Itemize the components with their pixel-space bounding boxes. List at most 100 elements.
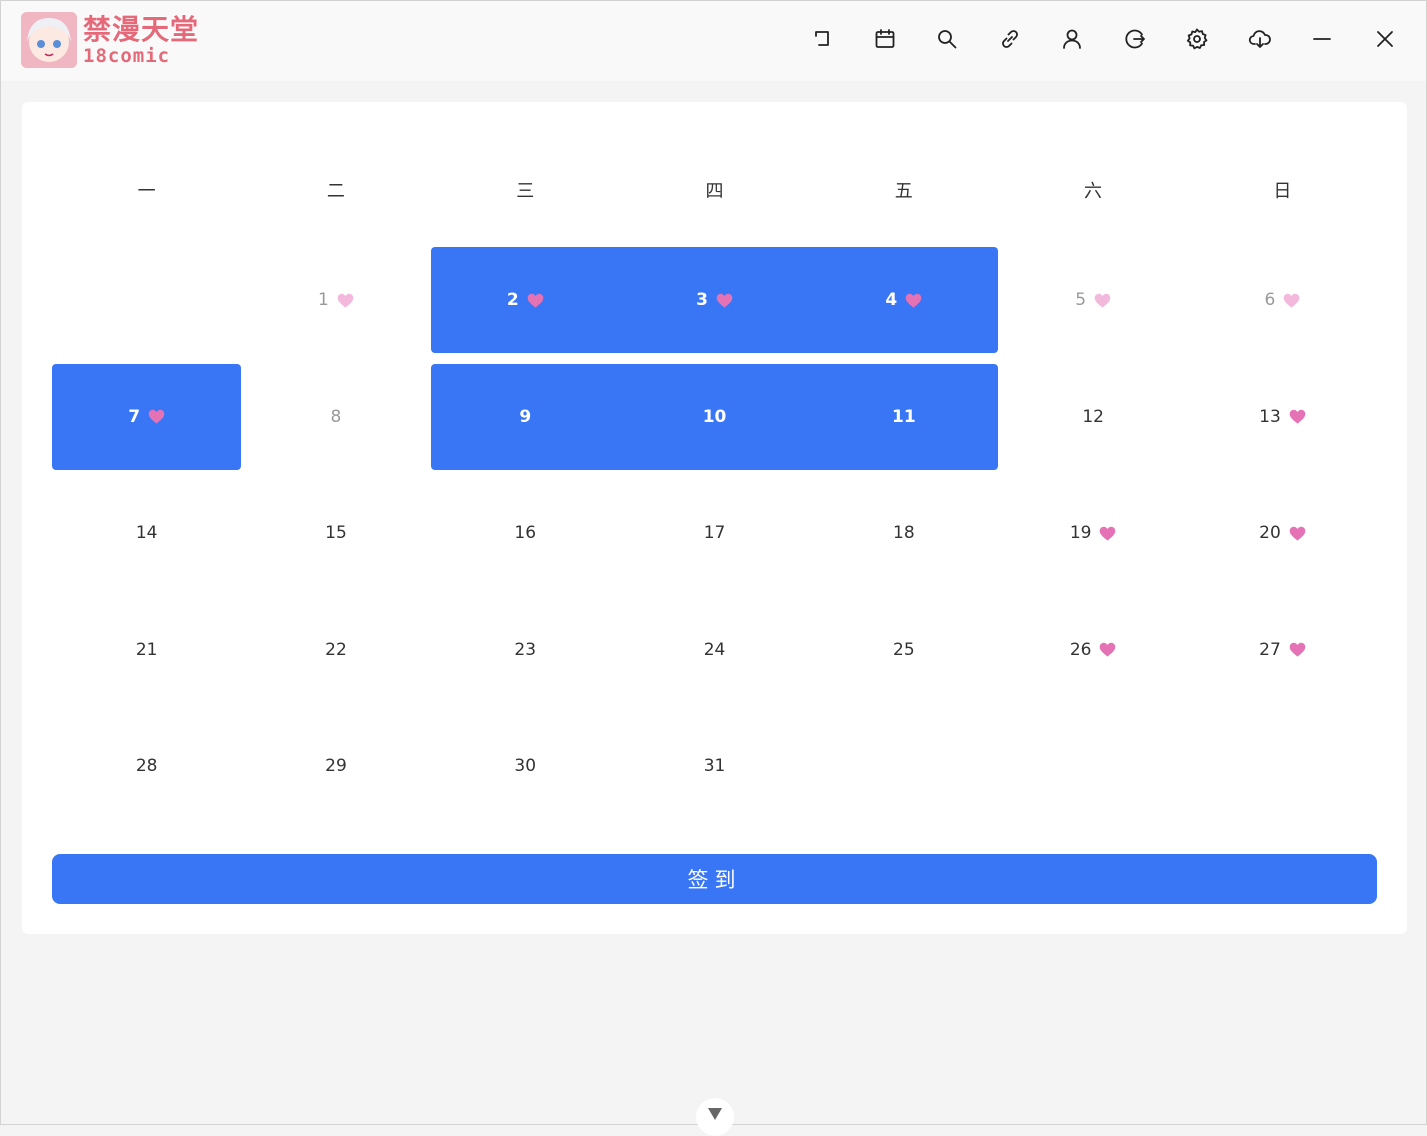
user-button[interactable] bbox=[1041, 19, 1104, 63]
heart-icon bbox=[905, 293, 922, 308]
day-number: 5 bbox=[1075, 290, 1087, 310]
minimize-button[interactable] bbox=[1291, 19, 1354, 63]
calendar-day-cell[interactable]: 21 bbox=[52, 597, 241, 703]
app-logo: 禁漫天堂 18comic bbox=[21, 12, 211, 70]
calendar-day-cell[interactable]: 31 bbox=[620, 713, 809, 819]
calendar-day-cell[interactable]: 23 bbox=[431, 597, 620, 703]
brand-subtitle: 18comic bbox=[83, 45, 171, 67]
weekday-label: 六 bbox=[1084, 181, 1103, 202]
close-button[interactable] bbox=[1354, 19, 1417, 63]
back-button[interactable] bbox=[791, 19, 854, 63]
calendar-day-cell[interactable]: 5 bbox=[999, 247, 1188, 353]
heart-icon bbox=[1094, 293, 1111, 308]
day-number: 28 bbox=[135, 756, 158, 776]
day-number: 19 bbox=[1069, 523, 1092, 543]
weekday-label: 三 bbox=[516, 181, 535, 202]
day-number: 11 bbox=[892, 406, 916, 427]
minimize-icon bbox=[1310, 27, 1334, 55]
calendar-week-row: 14 15 16 17 18 19 20 bbox=[52, 480, 1377, 597]
calendar-day-cell[interactable]: 18 bbox=[809, 480, 998, 586]
gear-icon bbox=[1185, 27, 1209, 55]
calendar-day-cell[interactable]: 14 bbox=[52, 480, 241, 586]
day-number: 25 bbox=[893, 639, 915, 660]
calendar-week-row: 7 8 9 10 11 12 13 bbox=[52, 363, 1377, 481]
weekday-label: 日 bbox=[1273, 181, 1292, 202]
app-window: 禁漫天堂 18comic 一 二 三 四 五 六 日 1 2 3 4 5 6 7… bbox=[0, 0, 1427, 1136]
weekday-label: 四 bbox=[705, 181, 724, 202]
day-number: 7 bbox=[128, 406, 141, 427]
settings-button[interactable] bbox=[1166, 19, 1229, 63]
calendar-day-cell[interactable]: 8 bbox=[241, 364, 430, 470]
calendar-day-cell[interactable]: 30 bbox=[431, 713, 620, 819]
heart-icon bbox=[1099, 526, 1116, 541]
day-number: 30 bbox=[514, 756, 537, 776]
download-button[interactable] bbox=[1229, 19, 1292, 63]
calendar-week-row: 21 22 23 24 25 26 27 bbox=[52, 597, 1377, 714]
weekday-header: 一 二 三 四 五 六 日 bbox=[52, 172, 1377, 212]
day-number: 21 bbox=[135, 639, 158, 660]
calendar-day-cell[interactable]: 7 bbox=[52, 364, 241, 470]
chevron-down-icon bbox=[707, 1106, 723, 1136]
calendar-day-cell[interactable]: 29 bbox=[241, 713, 430, 819]
day-number: 20 bbox=[1259, 523, 1281, 543]
day-number: 13 bbox=[1259, 406, 1281, 427]
calendar-day-cell[interactable]: 26 bbox=[999, 597, 1188, 703]
day-number: 4 bbox=[885, 290, 898, 310]
calendar-day-cell[interactable]: 12 bbox=[999, 364, 1188, 470]
calendar-day-cell[interactable]: 17 bbox=[620, 480, 809, 586]
heart-icon bbox=[527, 293, 544, 308]
calendar-day-cell[interactable]: 11 bbox=[809, 364, 998, 470]
calendar-day-cell[interactable]: 20 bbox=[1188, 480, 1377, 586]
heart-icon bbox=[148, 409, 165, 424]
heart-icon bbox=[1289, 409, 1306, 424]
calendar-day-cell[interactable]: 16 bbox=[431, 480, 620, 586]
heart-icon bbox=[1289, 642, 1306, 657]
day-number: 10 bbox=[702, 406, 727, 427]
day-number: 29 bbox=[325, 756, 347, 776]
day-number: 31 bbox=[703, 756, 726, 776]
day-number: 24 bbox=[703, 639, 726, 660]
day-number: 15 bbox=[325, 523, 347, 543]
calendar-day-cell[interactable]: 13 bbox=[1188, 364, 1377, 470]
day-number: 18 bbox=[893, 523, 915, 543]
calendar-day-cell[interactable]: 24 bbox=[620, 597, 809, 703]
calendar-day-cell[interactable]: 15 bbox=[241, 480, 430, 586]
logout-button[interactable] bbox=[1104, 19, 1167, 63]
weekday-label: 二 bbox=[326, 181, 345, 202]
day-number: 1 bbox=[318, 290, 329, 310]
sign-in-button[interactable]: 签到 bbox=[52, 854, 1377, 904]
day-number: 8 bbox=[330, 406, 342, 427]
heart-icon bbox=[1283, 293, 1300, 308]
day-number: 23 bbox=[514, 639, 537, 660]
calendar-day-cell[interactable]: 25 bbox=[809, 597, 998, 703]
day-number: 2 bbox=[506, 290, 519, 310]
close-icon bbox=[1373, 27, 1397, 55]
weekday-label: 五 bbox=[894, 181, 913, 202]
toolbar bbox=[791, 19, 1416, 63]
link-button[interactable] bbox=[979, 19, 1042, 63]
calendar-day-cell[interactable]: 1 bbox=[241, 247, 430, 353]
calendar-day-cell[interactable]: 28 bbox=[52, 713, 241, 819]
cloud-download-icon bbox=[1248, 27, 1272, 55]
title-bar: 禁漫天堂 18comic bbox=[1, 1, 1426, 81]
user-icon bbox=[1060, 27, 1084, 55]
calendar-day-cell[interactable]: 6 bbox=[1188, 247, 1377, 353]
day-number: 27 bbox=[1259, 639, 1281, 660]
day-number: 17 bbox=[703, 523, 726, 543]
calendar-day-cell[interactable]: 2 bbox=[431, 247, 620, 353]
calendar-day-cell[interactable]: 19 bbox=[999, 480, 1188, 586]
calendar-grid: 1 2 3 4 5 6 7 8 9 10 11 12 13 14 15 16 17 18 19 20 21 22 23 24 2… bbox=[52, 247, 1377, 830]
day-number: 12 bbox=[1082, 406, 1104, 427]
day-number: 26 bbox=[1069, 639, 1092, 660]
calendar-day-cell[interactable]: 27 bbox=[1188, 597, 1377, 703]
calendar-day-cell[interactable]: 10 bbox=[620, 364, 809, 470]
calendar-day-cell[interactable]: 22 bbox=[241, 597, 430, 703]
calendar-button[interactable] bbox=[854, 19, 917, 63]
day-number: 16 bbox=[514, 523, 537, 543]
brand-title: 禁漫天堂 bbox=[83, 13, 200, 46]
calendar-day-cell[interactable]: 3 bbox=[620, 247, 809, 353]
scroll-down-button[interactable] bbox=[696, 1098, 734, 1136]
search-button[interactable] bbox=[916, 19, 979, 63]
calendar-day-cell[interactable]: 9 bbox=[431, 364, 620, 470]
calendar-day-cell[interactable]: 4 bbox=[809, 247, 998, 353]
